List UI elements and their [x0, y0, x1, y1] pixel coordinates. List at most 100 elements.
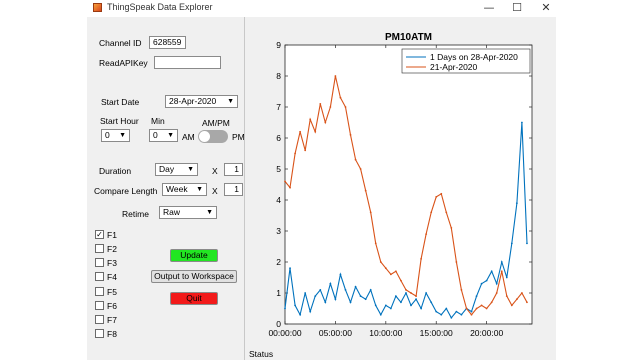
data-point: [354, 158, 357, 161]
x-tick-label: 05:00:00: [319, 328, 352, 338]
data-point: [435, 310, 438, 313]
data-point: [344, 289, 347, 291]
min-dropdown[interactable]: 0 ▼: [149, 129, 178, 142]
data-point: [521, 292, 523, 294]
data-point: [369, 211, 372, 214]
status-label: Status: [249, 349, 274, 359]
data-point: [284, 307, 286, 310]
data-point: [329, 106, 332, 108]
data-point: [465, 307, 468, 310]
data-point: [394, 295, 397, 297]
f3-label: F3: [107, 258, 117, 268]
data-point: [364, 298, 367, 301]
data-point: [495, 292, 498, 294]
compare-length-dropdown[interactable]: Week ▼: [162, 183, 207, 196]
data-point: [420, 307, 423, 310]
f2-checkbox[interactable]: [95, 244, 104, 253]
x-tick-label: 15:00:00: [420, 328, 453, 338]
data-point: [374, 242, 377, 245]
chevron-down-icon: ▼: [206, 209, 213, 216]
y-tick-label: 4: [276, 195, 281, 205]
duration-count-field[interactable]: 1: [224, 163, 243, 176]
f1-checkbox[interactable]: ✓: [95, 230, 104, 239]
channel-id-field[interactable]: 628559: [149, 36, 186, 49]
data-point: [455, 310, 458, 313]
compare-count-field[interactable]: 1: [224, 183, 243, 196]
duration-label: Duration: [99, 166, 132, 176]
legend-label: 1 Days on 28-Apr-2020: [430, 52, 518, 62]
data-point: [364, 189, 367, 192]
data-point: [460, 289, 463, 291]
maximize-button[interactable]: ☐: [505, 0, 529, 16]
f3-checkbox[interactable]: [95, 258, 104, 267]
data-point: [430, 301, 433, 304]
data-point: [309, 310, 312, 313]
data-point: [294, 304, 296, 307]
data-point: [384, 267, 387, 270]
start-hour-label: Start Hour: [100, 116, 139, 126]
close-button[interactable]: ✕: [534, 0, 558, 16]
read-api-key-field[interactable]: [154, 56, 221, 69]
data-point: [435, 196, 438, 198]
compare-length-label: Compare Length: [94, 186, 158, 196]
f8-checkbox[interactable]: [95, 329, 104, 338]
data-point: [490, 270, 493, 273]
data-point: [324, 301, 327, 304]
data-point: [329, 282, 332, 285]
duration-dropdown[interactable]: Day ▼: [155, 163, 198, 176]
f7-label: F7: [107, 315, 117, 325]
x-tick-label: 20:00:00: [470, 328, 503, 338]
f6-checkbox[interactable]: [95, 301, 104, 310]
data-point: [445, 211, 448, 214]
data-point: [485, 279, 488, 282]
update-button[interactable]: Update: [170, 249, 218, 262]
data-point: [379, 261, 382, 263]
f4-checkbox[interactable]: [95, 272, 104, 281]
data-point: [344, 106, 347, 108]
data-point: [430, 211, 433, 214]
retime-dropdown[interactable]: Raw ▼: [159, 206, 217, 219]
chart-title: PM10ATM: [385, 32, 432, 43]
ampm-toggle[interactable]: [198, 130, 228, 143]
data-point: [359, 168, 362, 170]
data-point: [420, 258, 423, 260]
pm-label: PM: [232, 132, 245, 142]
f7-checkbox[interactable]: [95, 315, 104, 324]
am-label: AM: [182, 132, 195, 142]
y-tick-label: 2: [276, 257, 281, 267]
minimize-button[interactable]: —: [477, 0, 501, 16]
y-tick-label: 5: [276, 164, 281, 174]
matlab-icon: [93, 3, 102, 12]
start-hour-dropdown[interactable]: 0 ▼: [101, 129, 130, 142]
data-point: [470, 313, 473, 316]
data-point: [339, 273, 342, 276]
data-point: [460, 313, 463, 316]
x-tick-label: 00:00:00: [268, 328, 301, 338]
y-tick-label: 6: [276, 133, 281, 143]
f5-checkbox[interactable]: [95, 287, 104, 296]
data-point: [339, 96, 342, 99]
data-point: [515, 202, 518, 205]
quit-button[interactable]: Quit: [170, 292, 218, 305]
data-point: [299, 313, 302, 316]
output-to-workspace-button[interactable]: Output to Workspace: [151, 270, 237, 283]
data-point: [319, 103, 322, 105]
data-point: [349, 134, 352, 136]
data-point: [405, 292, 407, 294]
data-point: [415, 298, 417, 301]
data-point: [510, 304, 513, 307]
data-point: [349, 301, 352, 304]
legend-label: 21-Apr-2020: [430, 62, 478, 72]
start-date-dropdown[interactable]: 28-Apr-2020 ▼: [165, 95, 238, 108]
data-point: [359, 295, 362, 297]
duration-x-label: X: [212, 166, 218, 176]
data-point: [485, 307, 488, 310]
data-point: [505, 276, 508, 279]
data-point: [289, 186, 291, 189]
duration-value: Day: [159, 164, 175, 174]
data-point: [384, 304, 387, 307]
data-point: [440, 313, 443, 316]
start-hour-value: 0: [105, 130, 110, 140]
data-point: [299, 130, 302, 133]
data-point: [324, 121, 327, 124]
